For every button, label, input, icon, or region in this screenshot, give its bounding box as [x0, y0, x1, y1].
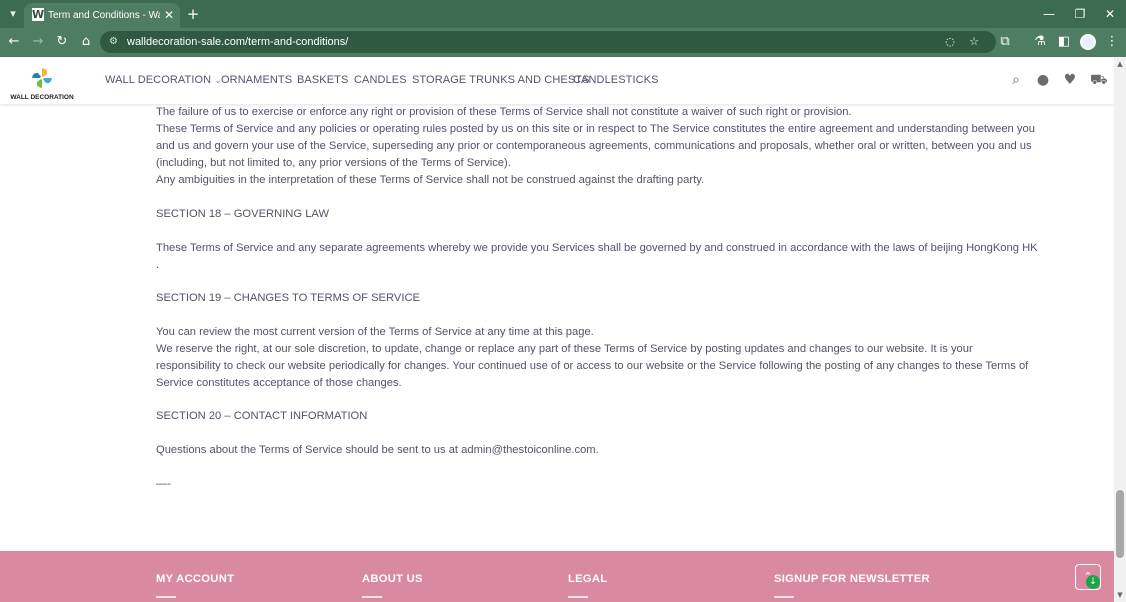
paragraph-line: The failure of us to exercise or enforce… [156, 106, 852, 118]
home-icon[interactable]: ⌂ [78, 34, 94, 50]
footer-newsletter: SIGNUP FOR NEWSLETTER [774, 571, 930, 598]
page-scrollbar[interactable]: ▲ ▼ [1114, 57, 1126, 602]
site-header: WALL DECORATION WALL DECORATION ⌄ ORNAMEN… [0, 57, 1114, 104]
browser-tab[interactable]: W Term and Conditions - Wall Decoration … [24, 3, 180, 28]
download-badge-icon[interactable]: ↓ [1086, 575, 1100, 589]
footer-about-us: ABOUT US [362, 571, 423, 598]
paragraph-line: Any ambiguities in the interpretation of… [156, 174, 705, 186]
contact-line: Questions about the Terms of Service sho… [156, 444, 599, 456]
new-tab-plus-icon[interactable]: + [186, 6, 200, 22]
tab-title: Term and Conditions - Wall Decoration [48, 10, 160, 21]
footer-legal: LEGAL [568, 571, 608, 598]
end-dash: —- [156, 478, 171, 490]
arrow-left-icon[interactable]: ← [6, 34, 22, 50]
section-heading: SECTION 20 – CONTACT INFORMATION [156, 410, 368, 422]
site-footer: MY ACCOUNT ABOUT US LEGAL SIGNUP FOR NEW… [0, 551, 1114, 602]
paragraph-line: These Terms of Service and any separate … [156, 242, 1038, 254]
profile-avatar[interactable] [1080, 34, 1096, 50]
url-text: walldecoration-sale.com/term-and-conditi… [127, 36, 349, 48]
section-heading: SECTION 18 – GOVERNING LAW [156, 208, 330, 220]
logo-text: WALL DECORATION [10, 94, 74, 101]
close-window-icon[interactable]: ✕ [1103, 6, 1117, 22]
footer-divider [362, 596, 382, 598]
paragraph-line: and us and govern your use of the Servic… [156, 140, 1032, 152]
restore-icon[interactable]: ❐ [1073, 6, 1087, 22]
puzzle-icon[interactable]: ⧉ [997, 34, 1013, 50]
paragraph-line: . [156, 259, 160, 271]
footer-title: SIGNUP FOR NEWSLETTER [774, 573, 930, 585]
eye-off-icon[interactable]: ◌ [942, 34, 958, 50]
paragraph-line: (including, but not limited to, any prio… [156, 157, 511, 169]
paragraph-line: We reserve the right, at our sole discre… [156, 343, 973, 355]
footer-divider [774, 596, 794, 598]
site-logo[interactable]: WALL DECORATION [10, 67, 74, 103]
nav-candlesticks[interactable]: CANDLESTICKS [573, 71, 659, 89]
reload-icon[interactable]: ↻ [54, 34, 70, 50]
kebab-icon[interactable]: ⋮ [1104, 34, 1120, 50]
paragraph-line: You can review the most current version … [156, 326, 594, 338]
section-heading: SECTION 19 – CHANGES TO TERMS OF SERVICE [156, 292, 421, 304]
side-panel-icon[interactable]: ◧ [1056, 34, 1072, 50]
close-icon[interactable]: ✕ [163, 8, 175, 22]
user-icon[interactable]: ● [1035, 72, 1051, 88]
tab-list-chevron-down-icon[interactable]: ▾ [5, 6, 21, 22]
search-icon[interactable]: ⌕ [1008, 72, 1024, 88]
cart-icon[interactable]: ⛟ [1090, 72, 1108, 88]
scroll-up-icon[interactable]: ▲ [1114, 59, 1126, 69]
nav-ornaments[interactable]: ORNAMENTS [221, 71, 292, 89]
footer-divider [568, 596, 588, 598]
paragraph-line: Service constitutes acceptance of those … [156, 377, 402, 389]
address-bar[interactable]: ⚙ walldecoration-sale.com/term-and-condi… [100, 31, 996, 53]
minimize-icon[interactable]: — [1042, 6, 1056, 22]
nav-baskets[interactable]: BASKETS [297, 71, 348, 89]
footer-title: LEGAL [568, 573, 608, 585]
footer-my-account: MY ACCOUNT [156, 571, 235, 598]
browser-toolbar: ← → ↻ ⌂ ⚙ walldecoration-sale.com/term-a… [0, 28, 1126, 57]
nav-candles[interactable]: CANDLES [354, 71, 407, 89]
scroll-down-icon[interactable]: ▼ [1114, 590, 1126, 600]
browser-tab-bar: ▾ W Term and Conditions - Wall Decoratio… [0, 0, 1126, 28]
favicon-icon: W [32, 8, 45, 21]
scrollbar-thumb[interactable] [1116, 490, 1124, 558]
nav-storage-trunks-and-chests[interactable]: STORAGE TRUNKS AND CHESTS [412, 71, 590, 89]
paragraph-line: responsibility to check our website peri… [156, 360, 1029, 372]
footer-title: ABOUT US [362, 573, 423, 585]
footer-title: MY ACCOUNT [156, 573, 235, 585]
flask-icon[interactable]: ⚗ [1032, 34, 1048, 50]
pinwheel-logo-icon [32, 68, 52, 88]
paragraph-line: These Terms of Service and any policies … [156, 123, 1035, 135]
arrow-right-icon[interactable]: → [30, 34, 46, 50]
heart-icon[interactable]: ♥ [1062, 72, 1078, 88]
star-icon[interactable]: ☆ [966, 34, 982, 50]
footer-divider [156, 596, 176, 598]
nav-wall-decoration[interactable]: WALL DECORATION ⌄ [105, 71, 222, 89]
tune-icon[interactable]: ⚙ [109, 35, 121, 49]
